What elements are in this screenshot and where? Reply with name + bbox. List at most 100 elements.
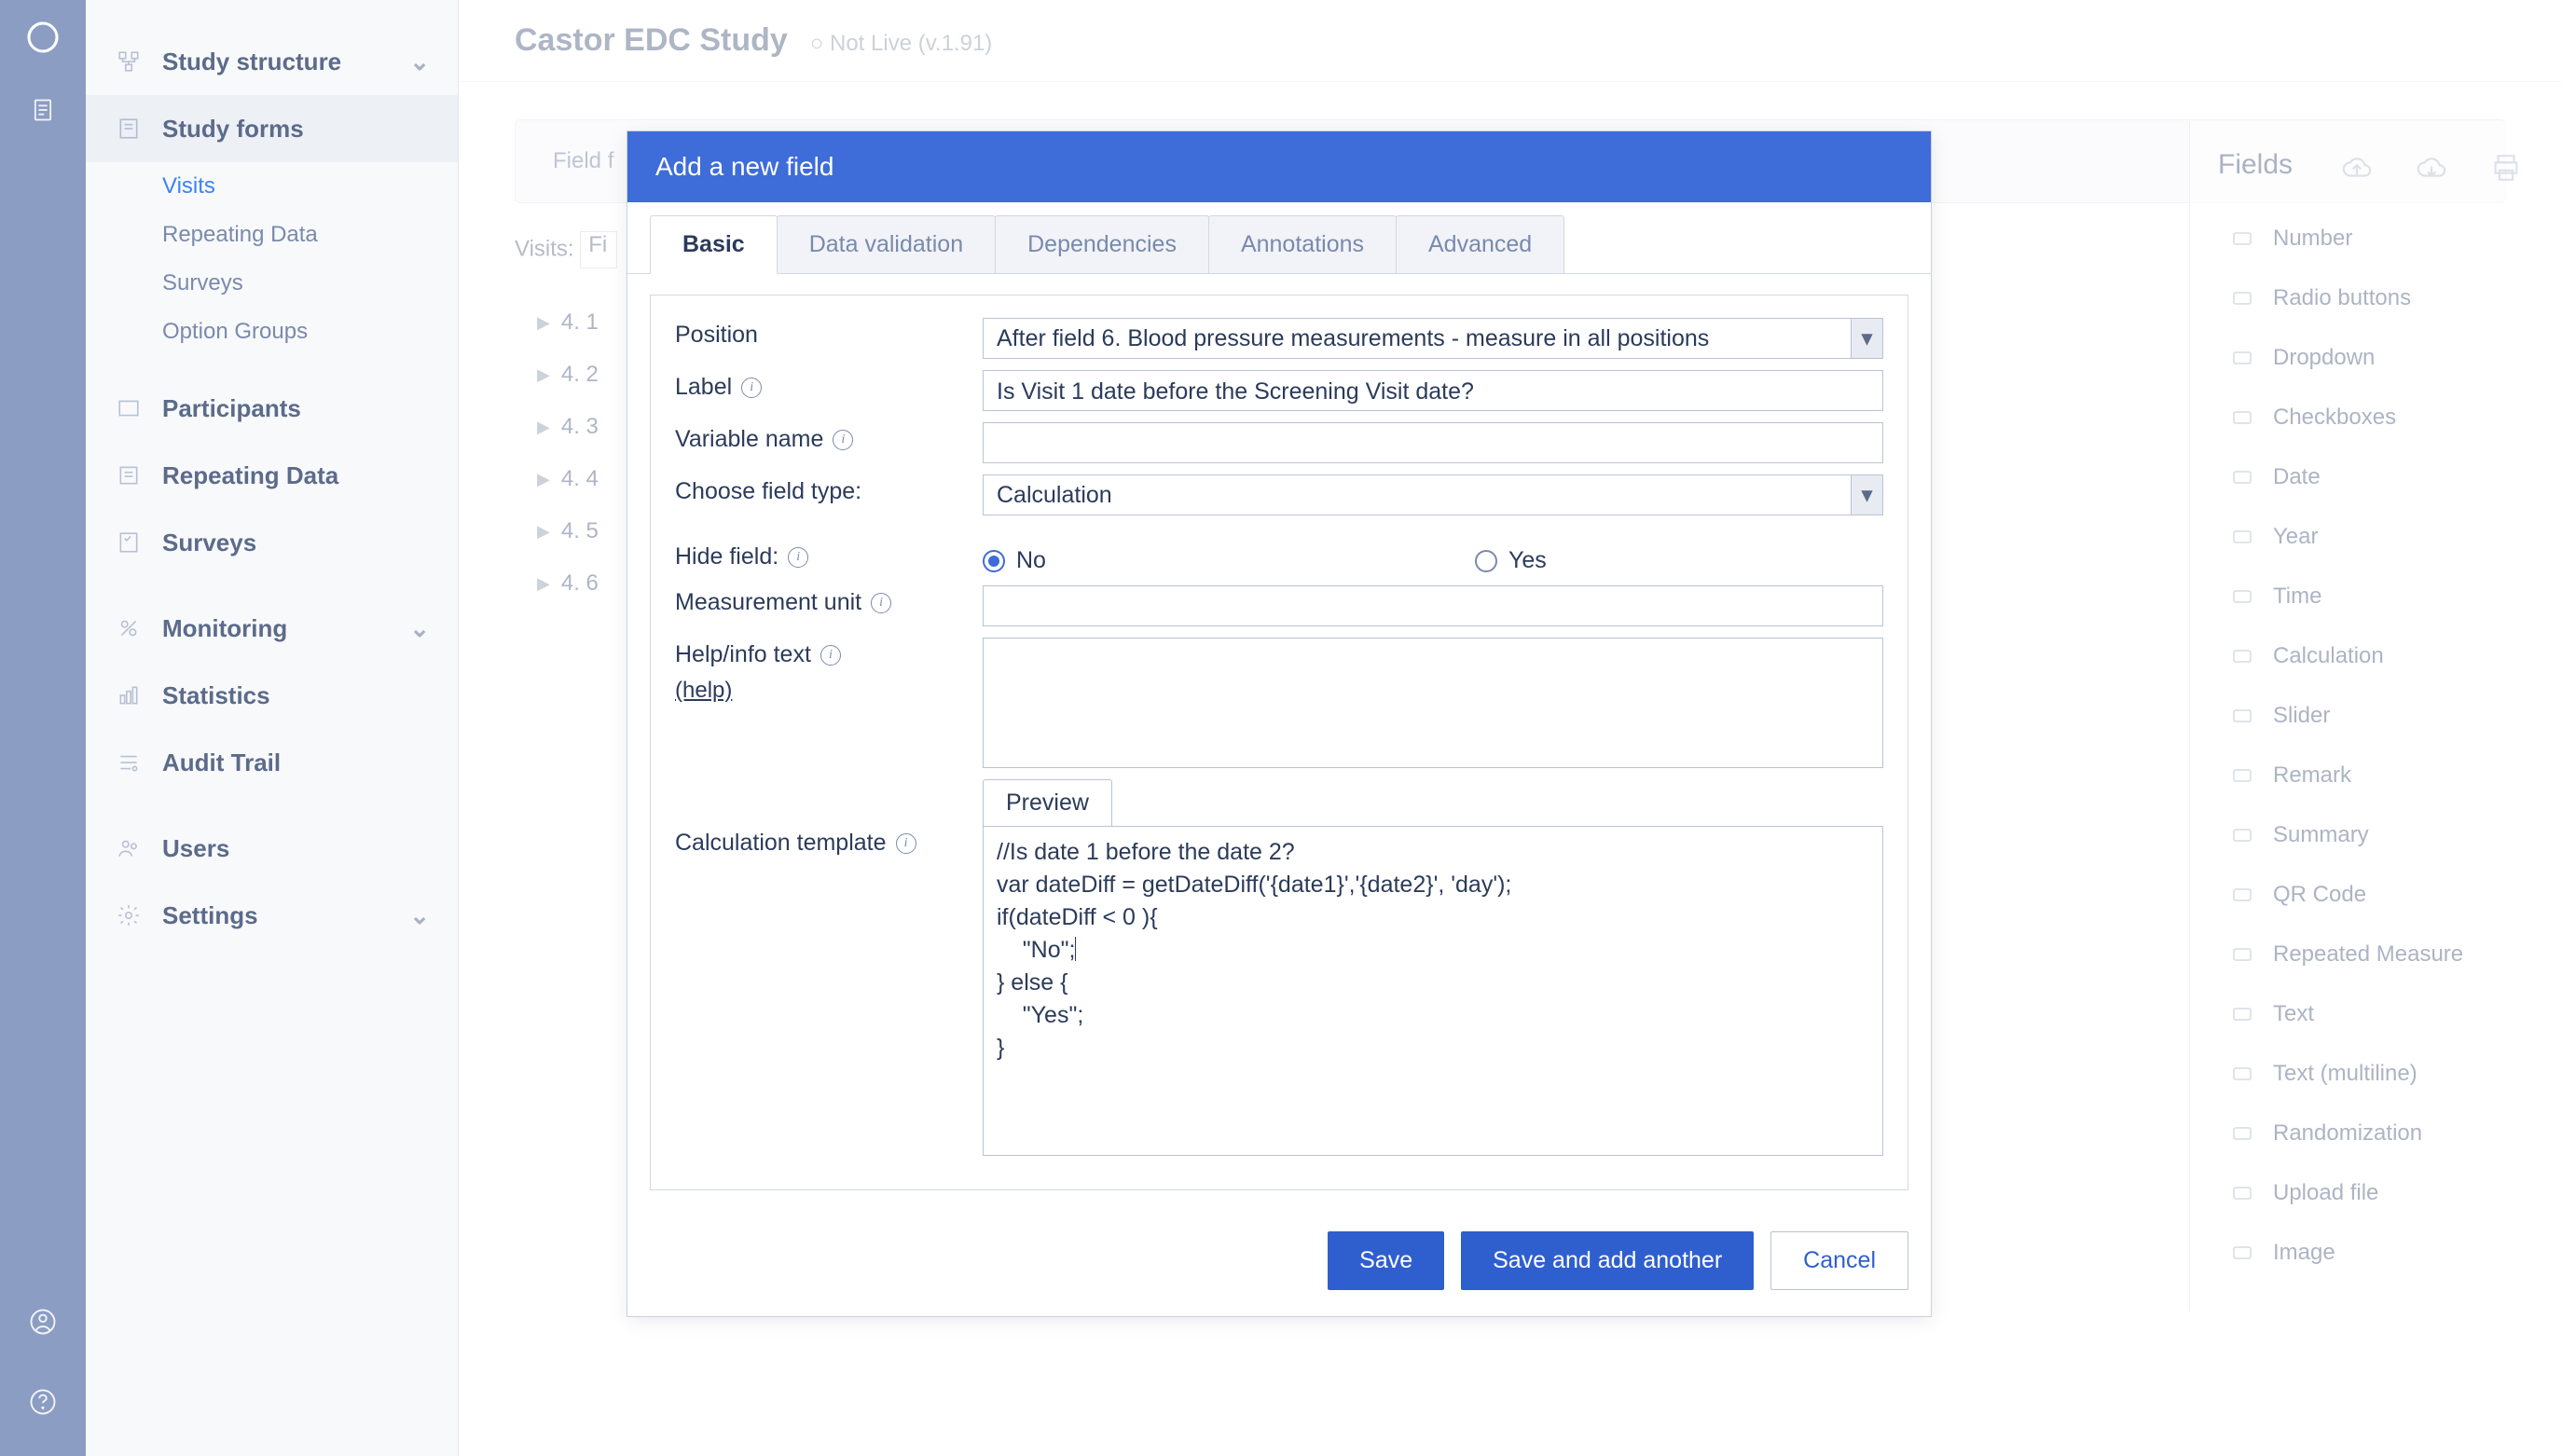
sidebar-label: Audit Trail (162, 749, 281, 777)
tab-dependencies[interactable]: Dependencies (995, 215, 1209, 273)
field-type-item[interactable]: Dropdown (2218, 328, 2543, 388)
cancel-button[interactable]: Cancel (1770, 1231, 1908, 1290)
field-type-item[interactable]: Summary (2218, 805, 2543, 865)
info-icon[interactable]: i (741, 378, 762, 398)
sidebar-item-study-forms[interactable]: Study forms (86, 95, 458, 162)
preview-button[interactable]: Preview (983, 779, 1112, 826)
form-panel: Position After field 6. Blood pressure m… (650, 295, 1908, 1190)
hide-field-no-radio[interactable]: No (983, 547, 1046, 574)
sidebar-label: Statistics (162, 681, 270, 710)
field-type-icon (2228, 881, 2256, 909)
help-info-textarea[interactable] (983, 638, 1883, 768)
sidebar-item-statistics[interactable]: Statistics (86, 662, 458, 729)
triangle-icon: ▶ (537, 365, 550, 385)
hide-field-yes-radio[interactable]: Yes (1475, 547, 1547, 574)
sidebar-item-audit-trail[interactable]: Audit Trail (86, 729, 458, 796)
field-type-icon (2228, 941, 2256, 968)
app-logo-icon[interactable] (24, 19, 62, 56)
position-select[interactable]: After field 6. Blood pressure measuremen… (983, 318, 1883, 359)
tab-advanced[interactable]: Advanced (1396, 215, 1564, 273)
fields-panel: Fields NumberRadio buttonsDropdownCheckb… (2189, 121, 2562, 1311)
chevron-down-icon: ⌄ (409, 901, 430, 930)
field-type-item[interactable]: Year (2218, 507, 2543, 567)
field-type-item[interactable]: Calculation (2218, 626, 2543, 686)
dropdown-icon: ▾ (1851, 475, 1882, 515)
field-type-icon (2228, 1000, 2256, 1028)
measurement-unit-input[interactable] (983, 585, 1883, 626)
field-type-select[interactable]: Calculation ▾ (983, 474, 1883, 515)
field-type-icon (2228, 583, 2256, 611)
tab-basic[interactable]: Basic (650, 215, 778, 274)
save-button[interactable]: Save (1328, 1231, 1444, 1290)
triangle-icon: ▶ (537, 470, 550, 489)
field-type-item[interactable]: Text (multiline) (2218, 1044, 2543, 1104)
field-type-item[interactable]: Remark (2218, 746, 2543, 805)
info-icon[interactable]: i (788, 547, 808, 568)
field-type-icon (2228, 1239, 2256, 1267)
help-link[interactable]: (help) (675, 678, 983, 704)
field-type-item[interactable]: Randomization (2218, 1104, 2543, 1163)
field-type-item[interactable]: Date (2218, 447, 2543, 507)
sidebar-sub-visits[interactable]: Visits (86, 162, 458, 211)
field-type-item[interactable]: Time (2218, 567, 2543, 626)
field-type-item[interactable]: QR Code (2218, 865, 2543, 925)
left-icon-rail (0, 0, 86, 1456)
field-type-item[interactable]: Text (2218, 984, 2543, 1044)
field-type-item[interactable]: Radio buttons (2218, 268, 2543, 328)
save-add-another-button[interactable]: Save and add another (1461, 1231, 1754, 1290)
forms-icon (114, 114, 144, 144)
structure-icon (114, 47, 144, 76)
clipboard-icon[interactable] (26, 93, 60, 127)
sidebar-label: Study structure (162, 48, 341, 76)
calculation-template-textarea[interactable]: //Is date 1 before the date 2? var dateD… (983, 826, 1883, 1156)
info-icon[interactable]: i (871, 593, 891, 613)
sidebar-sub-repeating-data[interactable]: Repeating Data (86, 211, 458, 259)
triangle-icon: ▶ (537, 313, 550, 333)
field-type-icon (2228, 523, 2256, 551)
sidebar-item-settings[interactable]: Settings ⌄ (86, 882, 458, 949)
triangle-icon: ▶ (537, 418, 550, 437)
gear-icon (114, 900, 144, 930)
label-hide: Hide field:i (675, 540, 983, 570)
sidebar-sub-surveys[interactable]: Surveys (86, 259, 458, 308)
info-icon[interactable]: i (820, 645, 841, 666)
label-help: Help/info texti (help) (675, 638, 983, 704)
field-type-icon (2228, 225, 2256, 253)
sidebar-item-participants[interactable]: Participants (86, 375, 458, 442)
variable-name-input[interactable] (983, 422, 1883, 463)
sidebar-sub-option-groups[interactable]: Option Groups (86, 308, 458, 356)
label-label: Labeli (675, 370, 983, 401)
sidebar-item-users[interactable]: Users (86, 815, 458, 882)
sidebar-item-monitoring[interactable]: Monitoring ⌄ (86, 595, 458, 662)
sidebar-item-repeating-data[interactable]: Repeating Data (86, 442, 458, 509)
sidebar-label: Monitoring (162, 614, 287, 643)
sidebar-item-surveys[interactable]: Surveys (86, 509, 458, 576)
audit-icon (114, 748, 144, 777)
page-status: ○ Not Live (v.1.91) (810, 31, 992, 57)
triangle-icon: ▶ (537, 574, 550, 594)
field-type-item[interactable]: Repeated Measure (2218, 925, 2543, 984)
visits-input[interactable]: Fi (580, 231, 617, 268)
tab-annotations[interactable]: Annotations (1208, 215, 1397, 273)
label-type: Choose field type: (675, 474, 983, 505)
field-type-item[interactable]: Checkboxes (2218, 388, 2543, 447)
field-type-item[interactable]: Slider (2218, 686, 2543, 746)
info-icon[interactable]: i (896, 833, 916, 854)
chevron-down-icon: ⌄ (409, 48, 430, 76)
tab-data-validation[interactable]: Data validation (777, 215, 996, 273)
user-profile-icon[interactable] (26, 1305, 60, 1339)
field-type-icon (2228, 284, 2256, 312)
info-icon[interactable]: i (833, 430, 853, 450)
help-icon[interactable] (26, 1385, 60, 1419)
label-input[interactable]: Is Visit 1 date before the Screening Vis… (983, 370, 1883, 411)
fields-heading: Fields (2218, 149, 2543, 181)
sidebar-item-study-structure[interactable]: Study structure ⌄ (86, 28, 458, 95)
statistics-icon (114, 680, 144, 710)
field-type-item[interactable]: Upload file (2218, 1163, 2543, 1223)
label-position: Position (675, 318, 983, 349)
label-measurement: Measurement uniti (675, 585, 983, 616)
field-type-item[interactable]: Image (2218, 1223, 2543, 1283)
field-type-item[interactable]: Number (2218, 209, 2543, 268)
field-type-icon (2228, 642, 2256, 670)
field-type-icon (2228, 821, 2256, 849)
